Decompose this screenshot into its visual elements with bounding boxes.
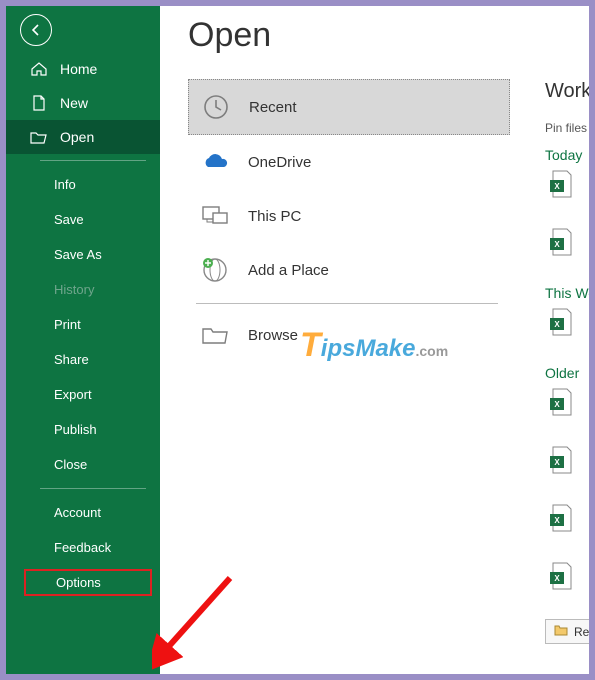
location-onedrive[interactable]: OneDrive [188, 135, 510, 189]
folder-open-icon [30, 129, 48, 145]
location-recent[interactable]: Recent [188, 79, 510, 135]
location-browse[interactable]: Browse [188, 308, 510, 362]
sidebar-item-account[interactable]: Account [6, 495, 160, 530]
location-label: Recent [249, 99, 297, 116]
sidebar-item-publish[interactable]: Publish [6, 412, 160, 447]
location-add-place[interactable]: Add a Place [188, 243, 510, 297]
location-this-pc[interactable]: This PC [188, 189, 510, 243]
recover-button[interactable]: Recover [545, 619, 589, 644]
recent-file[interactable]: X [547, 503, 575, 533]
group-today: Today [545, 147, 589, 163]
sidebar-item-open[interactable]: Open [6, 120, 160, 154]
svg-text:X: X [554, 320, 560, 329]
sidebar-item-feedback[interactable]: Feedback [6, 530, 160, 565]
sidebar-item-home[interactable]: Home [6, 52, 160, 86]
this-pc-icon [200, 203, 230, 229]
svg-text:X: X [554, 516, 560, 525]
main-panel: Open Recent OneDrive This PC [160, 6, 589, 674]
recent-file[interactable]: X [547, 169, 575, 199]
recent-icon [201, 94, 231, 120]
svg-text:X: X [554, 574, 560, 583]
sidebar-item-share[interactable]: Share [6, 342, 160, 377]
right-panel-heading: Workbooks [545, 80, 589, 103]
location-separator [196, 303, 498, 304]
sidebar-item-label: Open [60, 129, 94, 145]
onedrive-icon [200, 149, 230, 175]
svg-text:X: X [554, 240, 560, 249]
browse-folder-icon [200, 322, 230, 348]
recent-file[interactable]: X [547, 227, 575, 257]
location-label: Add a Place [248, 262, 329, 279]
location-label: OneDrive [248, 154, 311, 171]
page-title: Open [188, 16, 589, 55]
sidebar-item-info[interactable]: Info [6, 167, 160, 202]
sidebar-item-save-as[interactable]: Save As [6, 237, 160, 272]
sidebar-item-options[interactable]: Options [24, 569, 152, 596]
sidebar-separator [40, 160, 146, 161]
sidebar-separator [40, 488, 146, 489]
recent-file[interactable]: X [547, 561, 575, 591]
back-arrow-icon [29, 23, 43, 37]
new-file-icon [30, 95, 48, 111]
group-older: Older [545, 365, 589, 381]
location-list: Recent OneDrive This PC Add a Place [188, 79, 510, 362]
folder-icon [554, 624, 568, 639]
location-label: Browse [248, 327, 298, 344]
recent-file[interactable]: X [547, 307, 575, 337]
group-this-week: This Week [545, 285, 589, 301]
sidebar-item-label: Home [60, 61, 97, 77]
recent-files-panel: Workbooks Pin files you want Today X X T… [545, 80, 589, 644]
recent-file[interactable]: X [547, 387, 575, 417]
location-label: This PC [248, 208, 301, 225]
sidebar-item-export[interactable]: Export [6, 377, 160, 412]
back-button[interactable] [20, 14, 52, 46]
home-icon [30, 61, 48, 77]
recover-label: Recover [574, 625, 589, 639]
svg-text:X: X [554, 458, 560, 467]
recent-file[interactable]: X [547, 445, 575, 475]
pin-hint-text: Pin files you want [545, 121, 589, 135]
sidebar-item-save[interactable]: Save [6, 202, 160, 237]
sidebar-item-print[interactable]: Print [6, 307, 160, 342]
svg-text:X: X [554, 182, 560, 191]
sidebar-item-new[interactable]: New [6, 86, 160, 120]
sidebar-item-label: New [60, 95, 88, 111]
sidebar-item-close[interactable]: Close [6, 447, 160, 482]
backstage-sidebar: Home New Open Info Save Save As History … [6, 6, 160, 674]
sidebar-item-history[interactable]: History [6, 272, 160, 307]
svg-text:X: X [554, 400, 560, 409]
add-place-icon [200, 257, 230, 283]
